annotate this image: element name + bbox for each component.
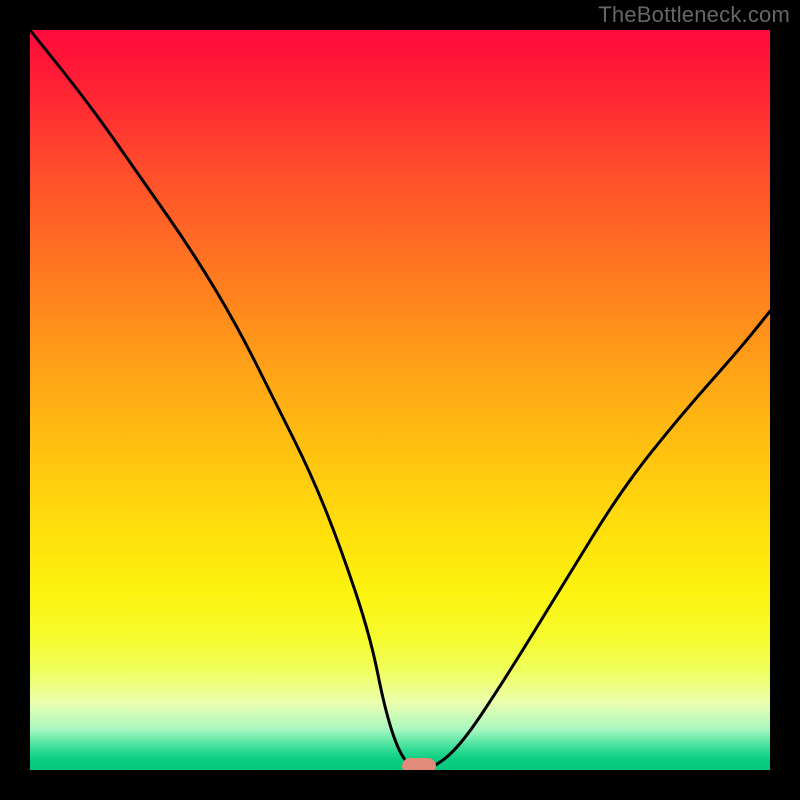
watermark-label: TheBottleneck.com: [598, 2, 790, 28]
bottleneck-curve: [30, 30, 770, 770]
optimum-marker: [402, 758, 436, 770]
plot-area: [30, 30, 770, 770]
chart-frame: TheBottleneck.com: [0, 0, 800, 800]
curve-svg: [30, 30, 770, 770]
